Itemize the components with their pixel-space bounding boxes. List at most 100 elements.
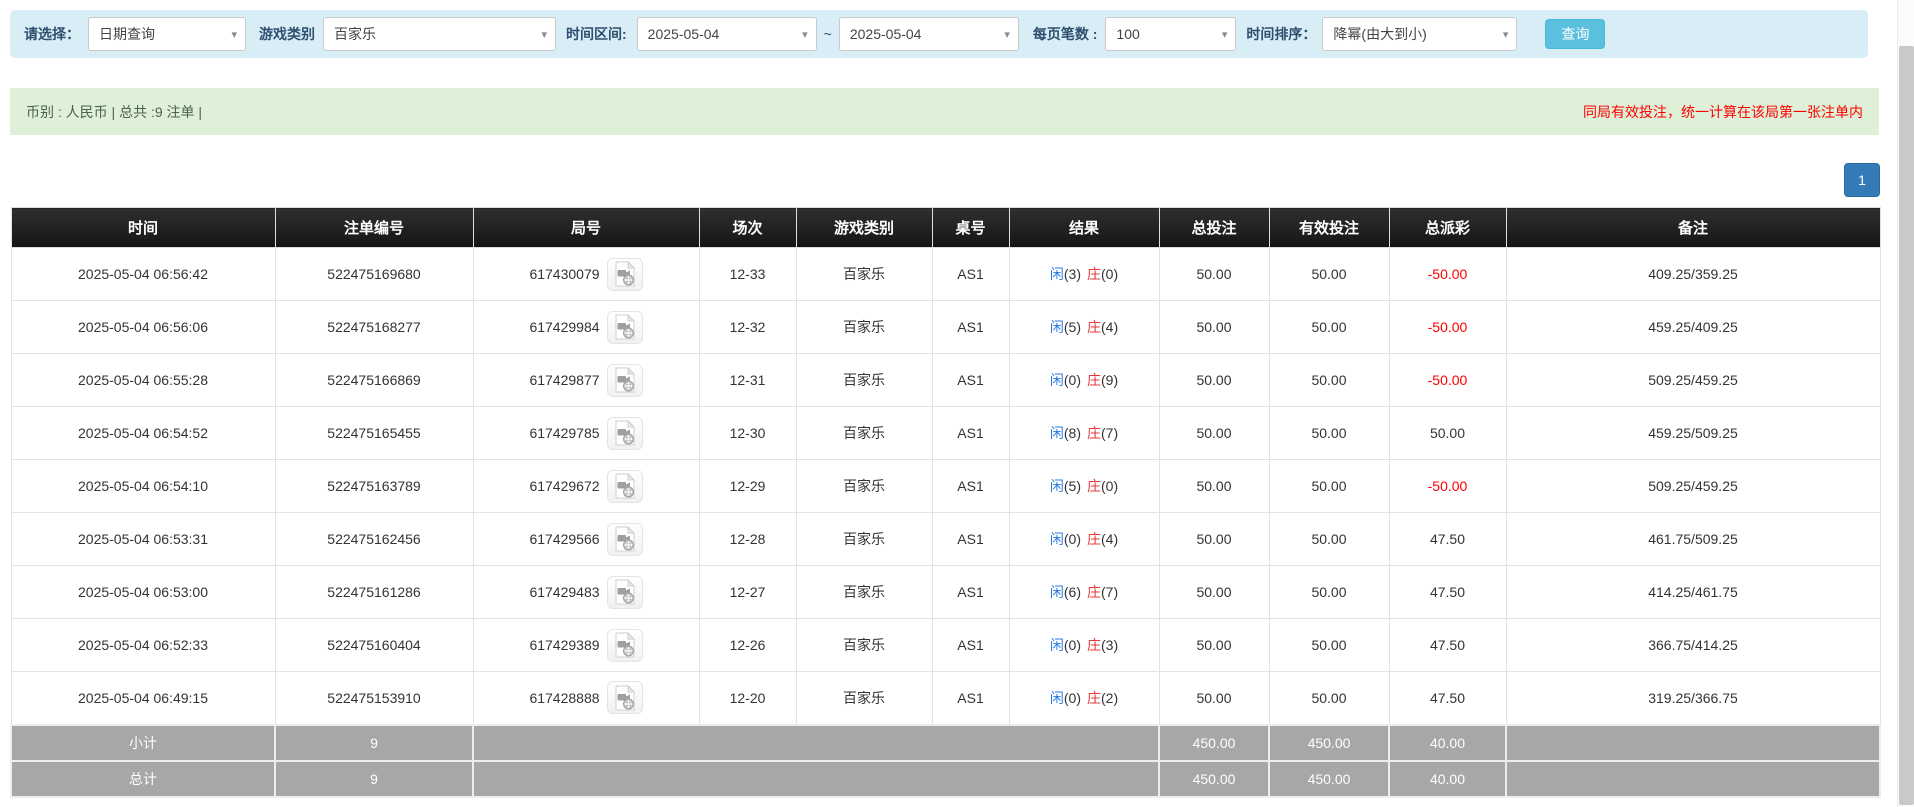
cell-round-id: 617429483 (473, 566, 699, 619)
banker-result-score: (0) (1101, 266, 1118, 282)
player-result-label: 闲 (1050, 372, 1064, 388)
cell-session: 12-29 (699, 460, 796, 513)
banker-result-score: (0) (1101, 478, 1118, 494)
table-row: 2025-05-04 06:53:00 522475161286 6174294… (11, 566, 1880, 619)
player-result-score: (0) (1064, 372, 1081, 388)
page-size-select[interactable]: 100 ▾ (1105, 17, 1236, 51)
banker-result-label: 庄 (1087, 266, 1101, 282)
cell-payout: 47.50 (1389, 513, 1506, 566)
cell-total-bet[interactable]: 50.00 (1159, 672, 1269, 725)
currency-total-summary: 币别 : 人民币 | 总共 :9 注单 | (26, 102, 202, 122)
cell-session: 12-28 (699, 513, 796, 566)
cell-bet-id: 522475163789 (275, 460, 473, 513)
summary-info-bar: 币别 : 人民币 | 总共 :9 注单 | 同局有效投注，统一计算在该局第一张注… (10, 88, 1879, 135)
round-number: 617428888 (529, 690, 599, 706)
time-sort-select[interactable]: 降幂(由大到小) ▾ (1322, 17, 1517, 51)
cell-total-bet[interactable]: 50.00 (1159, 566, 1269, 619)
cell-total-bet[interactable]: 50.00 (1159, 513, 1269, 566)
cell-session: 12-30 (699, 407, 796, 460)
video-replay-button[interactable] (607, 417, 643, 450)
header-table-no: 桌号 (932, 208, 1009, 248)
cell-valid-bet: 50.00 (1269, 513, 1389, 566)
header-total-bet: 总投注 (1159, 208, 1269, 248)
cell-game-type: 百家乐 (796, 354, 932, 407)
game-category-select[interactable]: 百家乐 ▾ (323, 17, 556, 51)
page-size-label: 每页笔数 : (1033, 24, 1098, 44)
cell-table-no: AS1 (932, 407, 1009, 460)
cell-round-id: 617429566 (473, 513, 699, 566)
banker-result-label: 庄 (1087, 372, 1101, 388)
cell-total-bet[interactable]: 50.00 (1159, 354, 1269, 407)
banker-result-label: 庄 (1087, 319, 1101, 335)
query-type-select[interactable]: 日期查询 ▾ (88, 17, 246, 51)
cell-total-bet[interactable]: 50.00 (1159, 619, 1269, 672)
cell-valid-bet: 50.00 (1269, 672, 1389, 725)
banker-result-label: 庄 (1087, 478, 1101, 494)
cell-valid-bet: 50.00 (1269, 460, 1389, 513)
vertical-scrollbar-thumb[interactable] (1899, 46, 1914, 805)
cell-valid-bet: 50.00 (1269, 248, 1389, 301)
pagination-page-1-button[interactable]: 1 (1844, 163, 1880, 197)
video-replay-button[interactable] (607, 681, 643, 714)
cell-total-bet[interactable]: 50.00 (1159, 248, 1269, 301)
date-to-select[interactable]: 2025-05-04 ▾ (839, 17, 1019, 51)
player-result-score: (5) (1064, 319, 1081, 335)
cell-remark: 459.25/509.25 (1506, 407, 1880, 460)
video-replay-button[interactable] (607, 258, 643, 291)
sum-total-bet: 450.00 (1159, 761, 1269, 797)
table-row: 2025-05-04 06:52:33 522475160404 6174293… (11, 619, 1880, 672)
cell-table-no: AS1 (932, 354, 1009, 407)
time-range-label: 时间区间: (566, 24, 627, 44)
cell-bet-id: 522475168277 (275, 301, 473, 354)
video-replay-button[interactable] (607, 311, 643, 344)
date-from-select[interactable]: 2025-05-04 ▾ (637, 17, 817, 51)
player-result-score: (0) (1064, 637, 1081, 653)
player-result-label: 闲 (1050, 478, 1064, 494)
cell-total-bet[interactable]: 50.00 (1159, 301, 1269, 354)
video-replay-button[interactable] (607, 629, 643, 662)
header-result: 结果 (1009, 208, 1159, 248)
video-replay-button[interactable] (607, 364, 643, 397)
video-replay-button[interactable] (607, 470, 643, 503)
cell-table-no: AS1 (932, 513, 1009, 566)
cell-time: 2025-05-04 06:54:52 (11, 407, 275, 460)
cell-session: 12-27 (699, 566, 796, 619)
header-valid-bet: 有效投注 (1269, 208, 1389, 248)
page-size-value: 100 (1116, 26, 1139, 42)
table-row: 2025-05-04 06:53:31 522475162456 6174295… (11, 513, 1880, 566)
chevron-down-icon: ▾ (1503, 28, 1509, 41)
chevron-down-icon: ▾ (541, 28, 547, 41)
sum-valid-bet: 450.00 (1269, 761, 1389, 797)
cell-session: 12-32 (699, 301, 796, 354)
cell-game-type: 百家乐 (796, 460, 932, 513)
cell-game-type: 百家乐 (796, 301, 932, 354)
cell-result: 闲(0)庄(4) (1009, 513, 1159, 566)
video-replay-button[interactable] (607, 576, 643, 609)
video-replay-button[interactable] (607, 523, 643, 556)
cell-result: 闲(0) 庄(9) (1009, 354, 1159, 407)
query-button[interactable]: 查询 (1545, 19, 1605, 49)
cell-time: 2025-05-04 06:56:42 (11, 248, 275, 301)
round-number: 617429389 (529, 637, 599, 653)
cell-bet-id: 522475169680 (275, 248, 473, 301)
cell-time: 2025-05-04 06:56:06 (11, 301, 275, 354)
cell-total-bet[interactable]: 50.00 (1159, 407, 1269, 460)
player-result-label: 闲 (1050, 266, 1064, 282)
table-row: 2025-05-04 06:54:10 522475163789 6174296… (11, 460, 1880, 513)
cell-result: 闲(8)庄(7) (1009, 407, 1159, 460)
cell-total-bet[interactable]: 50.00 (1159, 460, 1269, 513)
cell-table-no: AS1 (932, 566, 1009, 619)
banker-result-score: (9) (1101, 372, 1118, 388)
cell-game-type: 百家乐 (796, 619, 932, 672)
table-row: 2025-05-04 06:56:42 522475169680 6174300… (11, 248, 1880, 301)
cell-result: 闲(0)庄(3) (1009, 619, 1159, 672)
sum-count: 9 (275, 761, 473, 797)
round-number: 617429785 (529, 425, 599, 441)
range-tilde: ~ (824, 26, 832, 42)
cell-game-type: 百家乐 (796, 672, 932, 725)
cell-payout: -50.00 (1389, 248, 1506, 301)
header-remark: 备注 (1506, 208, 1880, 248)
vertical-scrollbar-track[interactable] (1897, 0, 1914, 807)
cell-round-id: 617429877 (473, 354, 699, 407)
banker-result-score: (4) (1101, 319, 1118, 335)
